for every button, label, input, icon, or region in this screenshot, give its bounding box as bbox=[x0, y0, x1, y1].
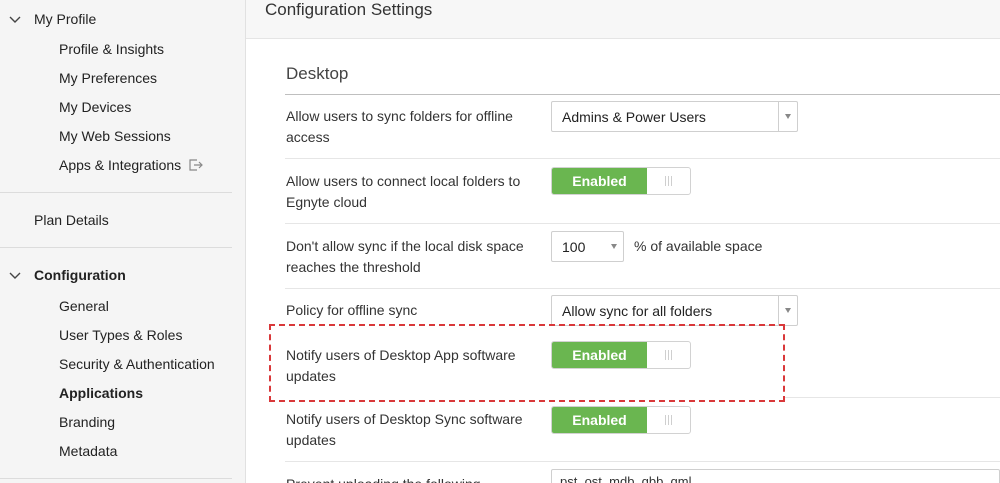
disk-space-threshold-select[interactable]: 100 bbox=[551, 231, 624, 262]
blocked-extensions-input[interactable]: pst, ost, mdb, qbb, qml bbox=[551, 469, 1000, 483]
page-title: Configuration Settings bbox=[265, 0, 433, 19]
sidebar-section-label: Configuration bbox=[34, 267, 126, 283]
sidebar-item-user-types-roles[interactable]: User Types & Roles bbox=[59, 324, 182, 346]
sidebar-item-metadata[interactable]: Metadata bbox=[59, 440, 117, 462]
setting-label-connect-local-folders: Allow users to connect local folders to … bbox=[286, 173, 521, 210]
sidebar-divider bbox=[0, 478, 232, 479]
toggle-on-label: Enabled bbox=[552, 407, 647, 433]
row-divider bbox=[785, 397, 1000, 398]
section-divider bbox=[285, 94, 1000, 95]
sidebar-item-my-web-sessions[interactable]: My Web Sessions bbox=[59, 125, 171, 147]
row-divider bbox=[285, 158, 1000, 159]
setting-label-prevent-uploading: Prevent uploading the following bbox=[286, 474, 541, 483]
section-title-desktop: Desktop bbox=[286, 64, 349, 83]
sidebar-item-apps-integrations[interactable]: Apps & Integrations bbox=[59, 154, 204, 176]
sidebar-item-applications[interactable]: Applications bbox=[59, 382, 143, 404]
sync-offline-select[interactable]: Admins & Power Users bbox=[551, 101, 798, 132]
setting-label-desktop-sync-updates: Notify users of Desktop Sync software up… bbox=[286, 411, 523, 448]
sidebar-section-label: My Profile bbox=[34, 11, 97, 27]
row-divider bbox=[285, 288, 1000, 289]
dropdown-arrow-icon bbox=[778, 102, 797, 131]
setting-label-offline-sync-policy: Policy for offline sync bbox=[286, 302, 418, 318]
row-divider bbox=[285, 223, 1000, 224]
connect-local-folders-toggle[interactable]: Enabled bbox=[551, 167, 691, 195]
sidebar-item-my-devices[interactable]: My Devices bbox=[59, 96, 131, 118]
external-link-icon bbox=[189, 159, 204, 171]
sidebar-item-my-preferences[interactable]: My Preferences bbox=[59, 67, 157, 89]
sidebar-section-configuration[interactable]: Configuration bbox=[8, 263, 126, 287]
sidebar: My Profile Profile & Insights My Prefere… bbox=[0, 0, 246, 483]
sidebar-section-my-profile[interactable]: My Profile bbox=[8, 7, 96, 31]
sidebar-divider bbox=[0, 247, 232, 248]
highlight-box bbox=[269, 324, 785, 402]
dropdown-arrow-icon bbox=[604, 232, 623, 261]
threshold-suffix: % of available space bbox=[634, 238, 763, 254]
select-value: Admins & Power Users bbox=[562, 108, 706, 125]
row-divider bbox=[285, 461, 1000, 462]
sidebar-item-profile-insights[interactable]: Profile & Insights bbox=[59, 38, 164, 60]
desktop-sync-updates-toggle[interactable]: Enabled bbox=[551, 406, 691, 434]
select-value: Allow sync for all folders bbox=[562, 302, 713, 319]
setting-label-disk-space-threshold: Don't allow sync if the local disk space… bbox=[286, 238, 524, 275]
setting-label-sync-offline: Allow users to sync folders for offline … bbox=[286, 108, 513, 145]
sidebar-item-security-authentication[interactable]: Security & Authentication bbox=[59, 353, 215, 375]
select-value: 100 bbox=[562, 238, 586, 255]
sidebar-item-general[interactable]: General bbox=[59, 295, 109, 317]
dropdown-arrow-icon bbox=[778, 296, 797, 325]
toggle-grip-icon bbox=[647, 168, 690, 194]
chevron-down-icon bbox=[9, 272, 21, 279]
toggle-on-label: Enabled bbox=[552, 168, 647, 194]
page-header: Configuration Settings bbox=[246, 0, 1000, 39]
toggle-grip-icon bbox=[647, 407, 690, 433]
offline-sync-policy-select[interactable]: Allow sync for all folders bbox=[551, 295, 798, 326]
sidebar-item-branding[interactable]: Branding bbox=[59, 411, 115, 433]
chevron-down-icon bbox=[9, 16, 21, 23]
sidebar-divider bbox=[0, 192, 232, 193]
sidebar-item-label: Apps & Integrations bbox=[59, 157, 182, 173]
sidebar-item-plan-details[interactable]: Plan Details bbox=[34, 209, 109, 231]
